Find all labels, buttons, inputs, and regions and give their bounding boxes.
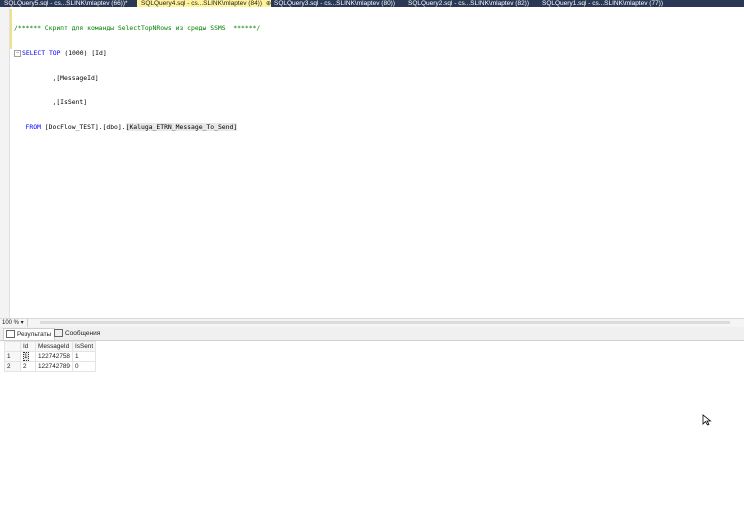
mouse-cursor-icon bbox=[702, 414, 712, 426]
tab-messages[interactable]: Сообщения bbox=[52, 328, 103, 339]
tab-sqlquery4[interactable]: SQLQuery4.sql - cs...SLINK\mlaptev (84))… bbox=[137, 0, 280, 7]
grid-header-row: Id MessageId IsSent bbox=[4, 341, 97, 352]
horizontal-scrollbar[interactable] bbox=[40, 321, 730, 324]
code-line-1: /****** Скрипт для команды SelectTopNRow… bbox=[14, 24, 261, 33]
column-header-issent[interactable]: IsSent bbox=[71, 341, 97, 352]
grid-cell-issent[interactable]: 0 bbox=[71, 361, 97, 372]
code-line-3: ,[MessageId] bbox=[52, 73, 99, 82]
grid-cell-issent[interactable]: 1 bbox=[71, 351, 97, 362]
message-icon bbox=[54, 329, 63, 338]
code-line-4: ,[IsSent] bbox=[52, 98, 88, 107]
results-tab-strip: Результаты Сообщения bbox=[0, 327, 744, 341]
column-header-messageid[interactable]: MessageId bbox=[35, 341, 73, 352]
row-number[interactable]: 2 bbox=[4, 361, 21, 372]
code-line-5: FROM [DocFlow_TEST].[dbo].[Kaluga_ETRN_M… bbox=[25, 122, 238, 131]
grid-cell-messageid[interactable]: 122742789 bbox=[35, 361, 73, 372]
code-line-2: − SELECT TOP (1000) [Id] bbox=[14, 49, 107, 57]
results-grid[interactable]: Id MessageId IsSent 1 1 122742758 1 2 2 … bbox=[4, 341, 97, 372]
collapse-icon[interactable]: − bbox=[14, 49, 21, 57]
grid-cell-messageid[interactable]: 122742758 bbox=[35, 351, 73, 362]
change-indicator bbox=[10, 9, 12, 49]
row-number[interactable]: 1 bbox=[4, 351, 21, 362]
query-editor[interactable]: /****** Скрипт для команды SelectTopNRow… bbox=[0, 7, 744, 318]
tab-sqlquery1[interactable]: SQLQuery1.sql - cs...SLINK\mlaptev (77)) bbox=[538, 0, 663, 7]
zoom-dropdown[interactable]: 100 % ▾ bbox=[2, 319, 28, 327]
table-row: 2 2 122742789 0 bbox=[4, 361, 97, 372]
tab-sqlquery5[interactable]: SQLQuery5.sql - cs...SLINK\mlaptev (66))… bbox=[0, 0, 128, 7]
editor-gutter bbox=[0, 7, 10, 318]
table-row: 1 1 122742758 1 bbox=[4, 351, 97, 362]
grid-cell-id[interactable]: 1 bbox=[23, 352, 29, 361]
column-header-id[interactable]: Id bbox=[20, 341, 36, 352]
document-tab-strip: SQLQuery5.sql - cs...SLINK\mlaptev (66))… bbox=[0, 0, 744, 7]
grid-cell-id[interactable]: 2 bbox=[20, 361, 36, 372]
tab-sqlquery2[interactable]: SQLQuery2.sql - cs...SLINK\mlaptev (82)) bbox=[404, 0, 529, 7]
tab-sqlquery3[interactable]: SQLQuery3.sql - cs...SLINK\mlaptev (80)) bbox=[270, 0, 395, 7]
tab-results[interactable]: Результаты bbox=[3, 328, 56, 340]
sql-code[interactable]: /****** Скрипт для команды SelectTopNRow… bbox=[14, 8, 260, 147]
row-header-corner[interactable] bbox=[4, 341, 21, 352]
grid-icon bbox=[6, 330, 15, 339]
